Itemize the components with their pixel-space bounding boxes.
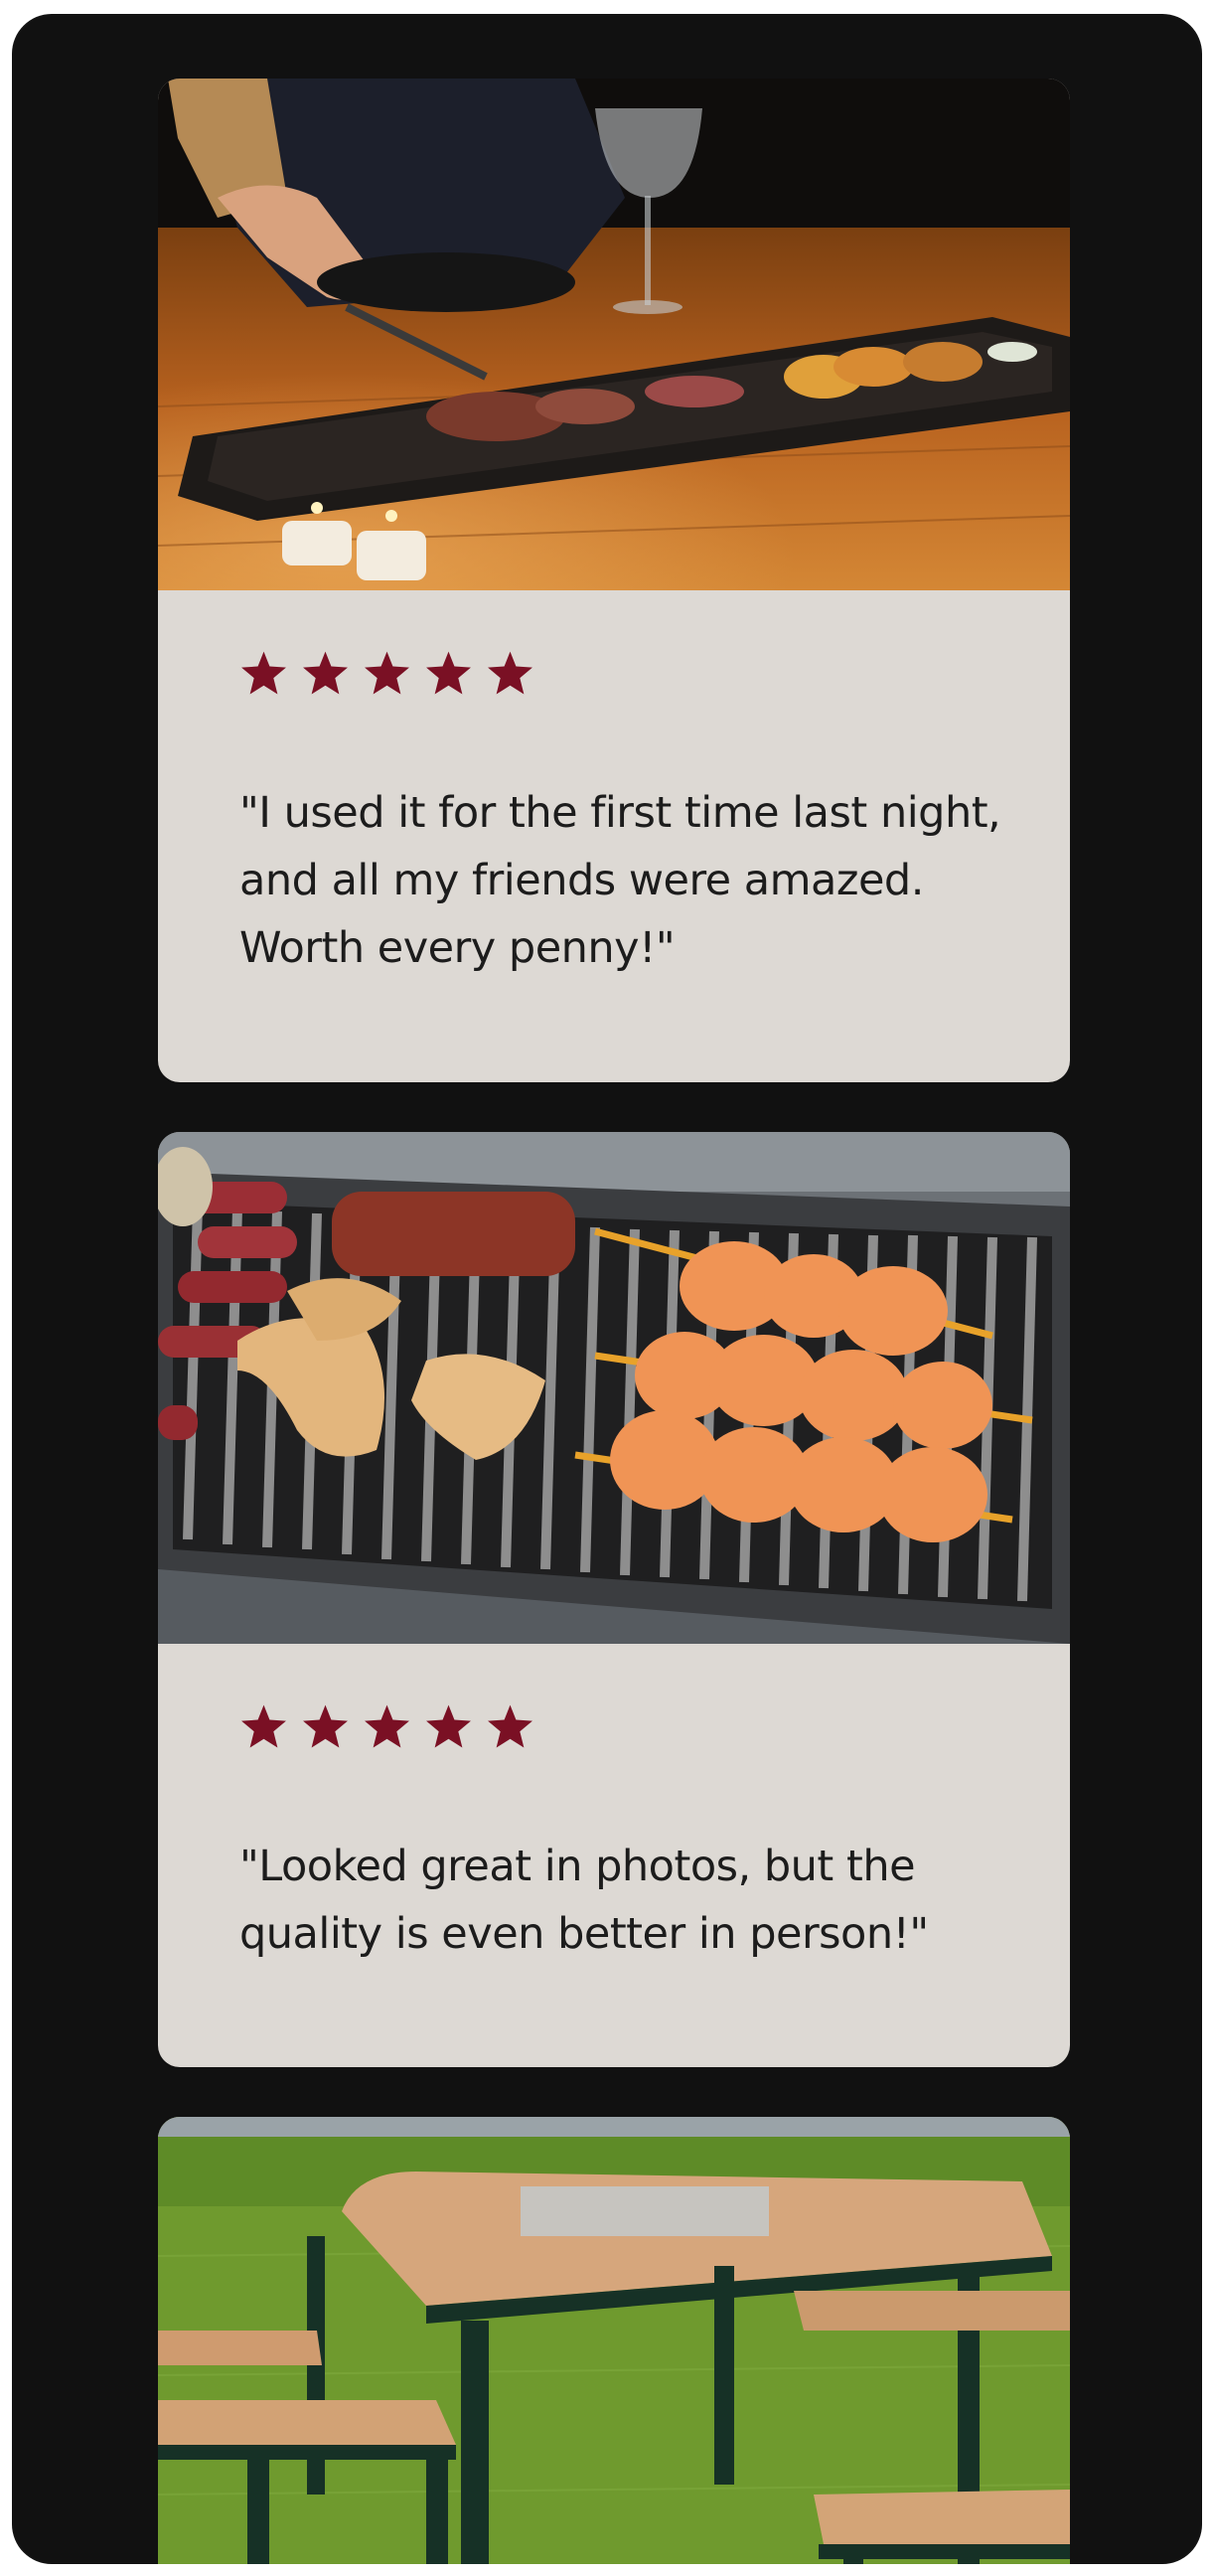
outdoor-fire-table-photo	[158, 2117, 1070, 2564]
review-card: "Looked great in photos, but the quality…	[158, 1132, 1070, 2067]
review-quote: "Looked great in photos, but the quality…	[239, 1842, 929, 1959]
review-quote: "I used it for the first time last night…	[239, 788, 1001, 973]
star-icon	[424, 650, 473, 697]
star-icon	[301, 1703, 350, 1750]
reviews-panel: "I used it for the first time last night…	[12, 14, 1202, 2564]
bbq-table-dinner-photo	[158, 79, 1070, 590]
star-rating	[239, 650, 534, 697]
review-content: "Looked great in photos, but the quality…	[158, 1644, 1070, 2067]
review-content: "I used it for the first time last night…	[158, 590, 1070, 1082]
star-icon	[363, 650, 411, 697]
review-card	[158, 2117, 1070, 2564]
grill-skewers-photo	[158, 1132, 1070, 1644]
star-icon	[239, 650, 288, 697]
star-icon	[486, 650, 534, 697]
review-card: "I used it for the first time last night…	[158, 79, 1070, 1082]
star-icon	[301, 650, 350, 697]
star-icon	[486, 1703, 534, 1750]
star-icon	[424, 1703, 473, 1750]
star-icon	[239, 1703, 288, 1750]
star-icon	[363, 1703, 411, 1750]
star-rating	[239, 1703, 534, 1750]
